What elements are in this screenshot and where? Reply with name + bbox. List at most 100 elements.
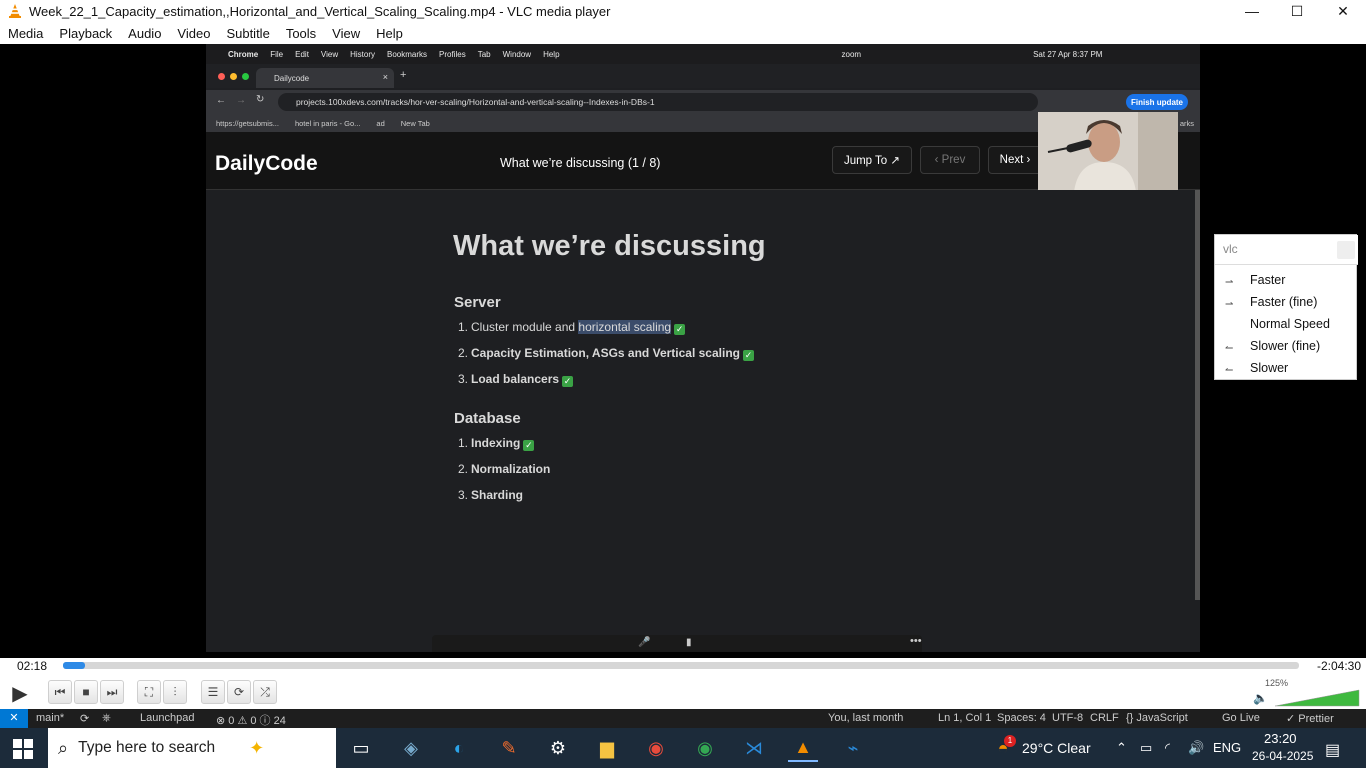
clock-time[interactable]: 23:20 — [1264, 731, 1297, 746]
play-button[interactable]: ▶ — [6, 680, 34, 706]
tab-close-icon: × — [382, 72, 388, 82]
line-ending[interactable]: CRLF — [1090, 712, 1119, 724]
mac-menu-item: Tab — [477, 49, 491, 59]
chrome-icon[interactable]: ◉ — [641, 734, 671, 762]
camera-icon: ▮ — [686, 637, 692, 648]
clock-date[interactable]: 26-04-2025 — [1252, 749, 1313, 763]
cursor-position[interactable]: Ln 1, Col 1 — [938, 712, 991, 724]
volume-icon[interactable]: 🔊 — [1188, 740, 1204, 756]
jump-to-button: Jump To ↗ — [832, 146, 912, 174]
menu-view[interactable]: View — [324, 26, 368, 41]
url-text: projects.100xdevs.com/tracks/hor-ver-sca… — [296, 97, 655, 107]
settings-icon[interactable]: ⚙ — [543, 734, 573, 762]
search-placeholder: Type here to search — [78, 739, 216, 756]
fullscreen-icon[interactable]: ⛶ — [137, 680, 161, 704]
indentation[interactable]: Spaces: 4 — [997, 712, 1046, 724]
go-live[interactable]: Go Live — [1222, 712, 1260, 724]
prettier[interactable]: ✓ Prettier — [1286, 712, 1334, 725]
volume-slider[interactable]: 🔈 125% — [1253, 678, 1363, 708]
tray-chevron-icon[interactable]: ⌃ — [1116, 740, 1127, 756]
wifi-icon[interactable]: ◜ — [1165, 740, 1170, 756]
bookmark-item: hotel in paris - Go... — [294, 118, 361, 128]
speed-option-faster[interactable]: ⇀ Faster — [1215, 269, 1358, 291]
language-indicator[interactable]: ENG — [1213, 740, 1241, 755]
menu-subtitle[interactable]: Subtitle — [218, 26, 277, 41]
close-button[interactable]: ✕ — [1320, 0, 1366, 22]
mac-menu-item: Window — [502, 49, 532, 59]
clear-search-button[interactable] — [1337, 241, 1355, 259]
minimize-button[interactable]: — — [1229, 0, 1275, 22]
video-area[interactable]: Chrome File Edit View History Bookmarks … — [0, 44, 1366, 658]
browser-tab-bar: Dailycode × + — [206, 64, 1200, 88]
copilot-icon[interactable]: ◈ — [396, 734, 426, 762]
list-item: 1. Indexing ✓ — [458, 436, 535, 451]
battery-icon[interactable]: ▭ — [1140, 740, 1152, 756]
next-icon[interactable]: ⏭ — [100, 680, 124, 704]
bookmark-item: https://getsubmis... — [216, 118, 279, 128]
mac-menu-item: Profiles — [439, 49, 466, 59]
speed-option-faster-fine[interactable]: ⇀ Faster (fine) — [1215, 291, 1358, 313]
menu-playback[interactable]: Playback — [51, 26, 120, 41]
menu-audio[interactable]: Audio — [120, 26, 169, 41]
extended-settings-icon[interactable]: ⫶ — [163, 680, 187, 704]
app-blue-icon[interactable]: ⌁ — [838, 734, 868, 762]
language-mode[interactable]: {} JavaScript — [1126, 712, 1188, 724]
taskbar-search[interactable]: ⌕ Type here to search ✦ — [48, 728, 336, 768]
slower-icon: ↼ — [1225, 365, 1234, 376]
next-button: Next › — [988, 146, 1042, 174]
new-tab-icon: + — [400, 69, 407, 81]
maximize-button[interactable]: ☐ — [1274, 0, 1320, 22]
vscode-icon[interactable]: ⋊ — [739, 734, 769, 762]
seek-slider[interactable] — [63, 662, 1299, 669]
edge-icon[interactable]: ◐ — [444, 734, 474, 762]
app-icon[interactable]: ✎ — [494, 734, 524, 762]
vscode-status-bar: ✕ main* ⟳ ⎈ Launchpad ⊗ 0 ⚠ 0 ⓘ 24 You, … — [0, 709, 1366, 728]
problems-count[interactable]: ⊗ 0 ⚠ 0 ⓘ 24 — [216, 712, 286, 728]
list-item: 3. Load balancers ✓ — [458, 372, 574, 387]
more-icon: ••• — [910, 635, 922, 647]
list-item: 3. Sharding — [458, 488, 524, 502]
ai-icon: ⎈ — [102, 712, 111, 724]
shuffle-icon[interactable]: ⤮ — [253, 680, 277, 704]
title-bar: Week_22_1_Capacity_estimation,,Horizonta… — [0, 0, 1366, 22]
task-view-icon[interactable]: ▭ — [346, 734, 376, 762]
prev-button: ‹ Prev — [920, 146, 980, 174]
loop-icon[interactable]: ⟳ — [227, 680, 251, 704]
elapsed-time: 02:18 — [17, 659, 48, 673]
launchpad[interactable]: Launchpad — [140, 712, 194, 724]
weather-text[interactable]: 29°C Clear — [1022, 740, 1091, 756]
playlist-icon[interactable]: ☰ — [201, 680, 225, 704]
window-title: Week_22_1_Capacity_estimation,,Horizonta… — [29, 3, 611, 19]
selected-text: horizontal scaling — [578, 320, 672, 334]
notifications-icon[interactable]: ▤ — [1325, 740, 1340, 760]
slide-content: What we’re discussing Server 1. Cluster m… — [206, 190, 1194, 652]
browser-tab: Dailycode × — [256, 68, 394, 88]
encoding[interactable]: UTF-8 — [1052, 712, 1083, 724]
mac-menu-bar: Chrome File Edit View History Bookmarks … — [206, 44, 1200, 64]
bookmark-item: ad — [376, 118, 385, 128]
speed-option-slower[interactable]: ↼ Slower — [1215, 357, 1358, 379]
speed-option-slower-fine[interactable]: ↼ Slower (fine) — [1215, 335, 1358, 357]
dailycode-logo: DailyCode — [215, 152, 318, 175]
git-blame: You, last month — [828, 712, 904, 724]
menu-video[interactable]: Video — [169, 26, 218, 41]
sync-icon[interactable]: ⟳ — [80, 712, 89, 725]
slide-title: What we’re discussing — [453, 230, 766, 262]
check-icon: ✓ — [523, 440, 535, 451]
speed-option-normal[interactable]: Normal Speed — [1215, 313, 1358, 335]
menu-tools[interactable]: Tools — [278, 26, 324, 41]
weather-badge: 1 — [1004, 735, 1016, 747]
menu-media[interactable]: Media — [0, 26, 51, 41]
menu-help[interactable]: Help — [368, 26, 411, 41]
remote-icon[interactable]: ✕ — [0, 709, 28, 728]
file-explorer-icon[interactable]: ▆ — [592, 734, 622, 762]
chrome-profile-icon[interactable]: ◉ — [690, 734, 720, 762]
stop-icon[interactable]: ■ — [74, 680, 98, 704]
address-bar-row: ← → ↻ projects.100xdevs.com/tracks/hor-v… — [206, 90, 1200, 114]
previous-icon[interactable]: ⏮ — [48, 680, 72, 704]
vlc-taskbar-icon[interactable]: ▲ — [788, 734, 818, 762]
speaker-icon: 🔈 — [1253, 691, 1268, 705]
playback-controls: ▶ ⏮ ■ ⏭ ⛶ ⫶ ☰ ⟳ ⤮ 🔈 125% — [0, 674, 1366, 709]
windows-start-icon[interactable] — [13, 739, 33, 759]
git-branch[interactable]: main* — [36, 712, 64, 724]
